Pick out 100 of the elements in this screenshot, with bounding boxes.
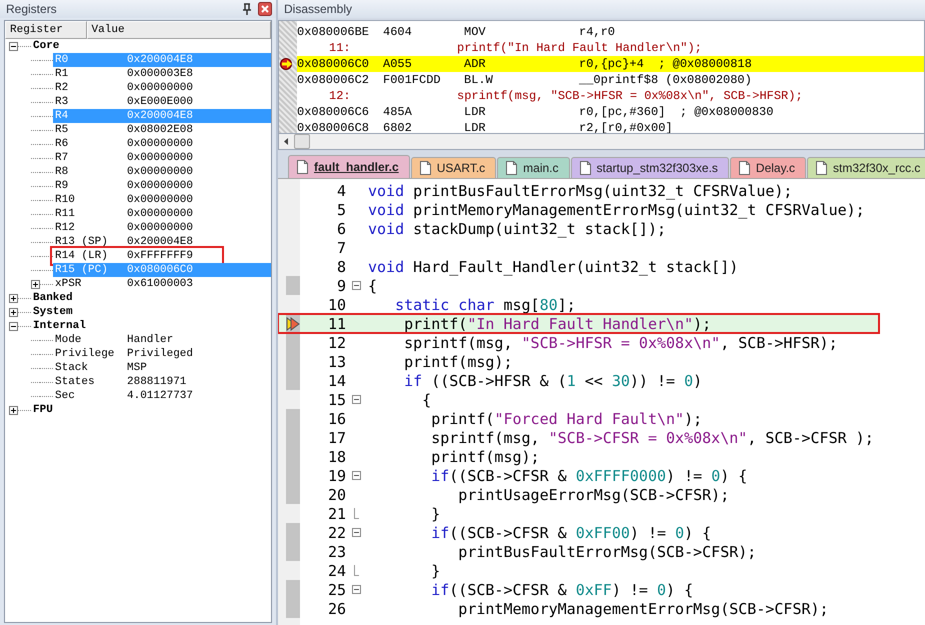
collapse-icon[interactable]: [9, 42, 18, 50]
code-text: if((SCB->CFSR & 0xFF00) != 0) {: [430, 524, 712, 542]
code-text: }: [430, 562, 440, 580]
expand-icon[interactable]: [31, 280, 40, 288]
tree-row[interactable]: R8 0x00000000: [53, 165, 271, 179]
tree-row[interactable]: Mode Handler: [53, 333, 271, 347]
tree-row[interactable]: R6 0x00000000: [53, 137, 271, 151]
collapse-icon[interactable]: [352, 281, 360, 290]
file-tab[interactable]: USART.c: [410, 157, 496, 178]
document-icon: [420, 161, 431, 175]
tree-row[interactable]: R14 (LR) 0xFFFFFFF9: [53, 249, 221, 263]
collapse-icon[interactable]: [352, 395, 360, 404]
code-text: printUsageErrorMsg(SCB->CFSR);: [457, 486, 730, 504]
expand-icon[interactable]: [9, 308, 18, 316]
scroll-left-icon[interactable]: [282, 137, 290, 146]
tree-row[interactable]: Sec 4.01127737: [53, 389, 271, 403]
tree-row[interactable]: Privilege Privileged: [53, 347, 271, 361]
register-name: xPSR: [55, 278, 82, 290]
register-value: 0xFFFFFFF9: [127, 250, 194, 262]
register-value: 0x00000000: [127, 138, 194, 150]
tree-row[interactable]: States 288811971: [53, 375, 271, 389]
register-value: 0x00000000: [127, 166, 194, 178]
column-header[interactable]: Value: [86, 21, 271, 39]
code-text: void stackDump(uint32_t stack[]);: [367, 220, 666, 238]
tree-row[interactable]: FPU: [31, 403, 271, 417]
register-value: 0x61000003: [127, 278, 194, 290]
scrollbar-thumb[interactable]: [294, 134, 310, 149]
collapse-icon[interactable]: [352, 585, 360, 594]
tree-row[interactable]: R9 0x00000000: [53, 179, 271, 193]
collapse-icon[interactable]: [352, 528, 360, 537]
register-name: R3: [55, 96, 68, 108]
close-icon[interactable]: [258, 2, 272, 16]
tree-row[interactable]: Internal: [31, 319, 271, 333]
code-text: sprintf(msg, "SCB->CFSR = 0x%08x\n", SCB->CFSR );: [430, 428, 874, 446]
document-icon: [297, 160, 308, 174]
disassembly-row[interactable]: 0x080006C0 A055 ADR r0,{pc}+4 ; @0x08000818: [297, 56, 924, 72]
pin-icon[interactable]: [242, 3, 252, 15]
line-number: 5: [336, 200, 347, 218]
register-name: R10: [55, 194, 75, 206]
tree-row[interactable]: R1 0x000003E8: [53, 67, 271, 81]
tree-row[interactable]: R2 0x00000000: [53, 81, 271, 95]
code-text: sprintf(msg, "SCB->HFSR = 0x%08x\n", SCB->HFSR);: [403, 334, 838, 352]
source-text: sprintf(msg, "SCB->HFSR = 0x%08x\n", SCB->HFSR);: [456, 89, 803, 103]
tree-row[interactable]: R10 0x00000000: [53, 193, 271, 207]
code-text: printf("Forced Hard Fault\n");: [430, 410, 702, 428]
source-line-number: 12:: [328, 89, 352, 103]
register-value: 0x00000000: [127, 180, 194, 192]
tree-row[interactable]: Core: [31, 39, 271, 53]
file-tab[interactable]: fault_handler.c: [288, 155, 410, 178]
disassembly-row[interactable]: 0x080006C2 F001FCDD BL.W __0printf$8 (0x08002080): [297, 72, 924, 88]
line-number: 18: [326, 448, 347, 466]
register-name: Internal: [33, 320, 86, 332]
instruction-address: 0x080006C0: [297, 57, 370, 71]
instruction-operands: __0printf$8 (0x08002080): [579, 73, 752, 87]
disassembly-row[interactable]: 0x080006BE 4604 MOV r4,r0: [297, 24, 924, 40]
instruction-mnemonic: LDR: [464, 121, 487, 133]
code-text: printMemoryManagementErrorMsg(SCB->CFSR);: [457, 600, 829, 618]
horizontal-scrollbar[interactable]: [278, 134, 925, 150]
tree-row[interactable]: R7 0x00000000: [53, 151, 271, 165]
tree-row[interactable]: R3 0xE000E000: [53, 95, 271, 109]
collapse-icon[interactable]: [352, 471, 360, 480]
tree-row[interactable]: xPSR 0x61000003: [53, 277, 271, 291]
code-text: printf(msg);: [403, 352, 512, 370]
instruction-address: 0x080006C2: [297, 73, 370, 87]
code-text: {: [421, 390, 432, 408]
collapse-icon[interactable]: [9, 322, 18, 330]
column-header[interactable]: Register: [5, 21, 87, 39]
register-name: Stack: [55, 362, 88, 374]
line-number: 14: [326, 372, 347, 390]
code-text: {: [367, 276, 378, 294]
line-number: 25: [326, 580, 347, 598]
tree-row[interactable]: R5 0x08002E08: [53, 123, 271, 137]
file-tab[interactable]: startup_stm32f303xe.s: [570, 157, 729, 178]
file-tab[interactable]: stm32f30x_rcc.c: [807, 157, 925, 178]
document-icon: [738, 161, 750, 175]
tree-row[interactable]: Banked: [31, 291, 271, 305]
disassembly-row[interactable]: 0x080006C6 485A LDR r0,[pc,#360] ; @0x08000830: [297, 104, 924, 120]
register-name: R0: [55, 54, 68, 66]
register-value: 0x200004E8: [127, 110, 194, 122]
tree-row[interactable]: System: [31, 305, 271, 319]
line-number: 7: [336, 238, 347, 256]
tree-row[interactable]: R11 0x00000000: [53, 207, 271, 221]
code-text: if((SCB->CFSR & 0xFFFF0000) != 0) {: [430, 466, 748, 484]
expand-icon[interactable]: [9, 294, 18, 302]
code-text: static char msg[80];: [394, 296, 576, 314]
expand-icon[interactable]: [9, 406, 18, 414]
file-tab[interactable]: main.c: [497, 157, 570, 178]
tree-row[interactable]: Stack MSP: [53, 361, 271, 375]
panel-title: Disassembly: [284, 2, 354, 16]
register-name: R12: [55, 222, 75, 234]
instruction-mnemonic: BL.W: [464, 73, 494, 87]
instruction-address: 0x080006BE: [297, 25, 370, 39]
line-number: 8: [336, 258, 347, 276]
file-tab[interactable]: Delay.c: [730, 157, 806, 178]
tree-row[interactable]: R13 (SP) 0x200004E8: [53, 235, 271, 249]
tree-row[interactable]: R12 0x00000000: [53, 221, 271, 235]
register-name: Sec: [55, 390, 75, 402]
instruction-address: 0x080006C8: [297, 121, 370, 133]
instruction-mnemonic: LDR: [464, 105, 487, 119]
line-number: 16: [326, 410, 347, 428]
